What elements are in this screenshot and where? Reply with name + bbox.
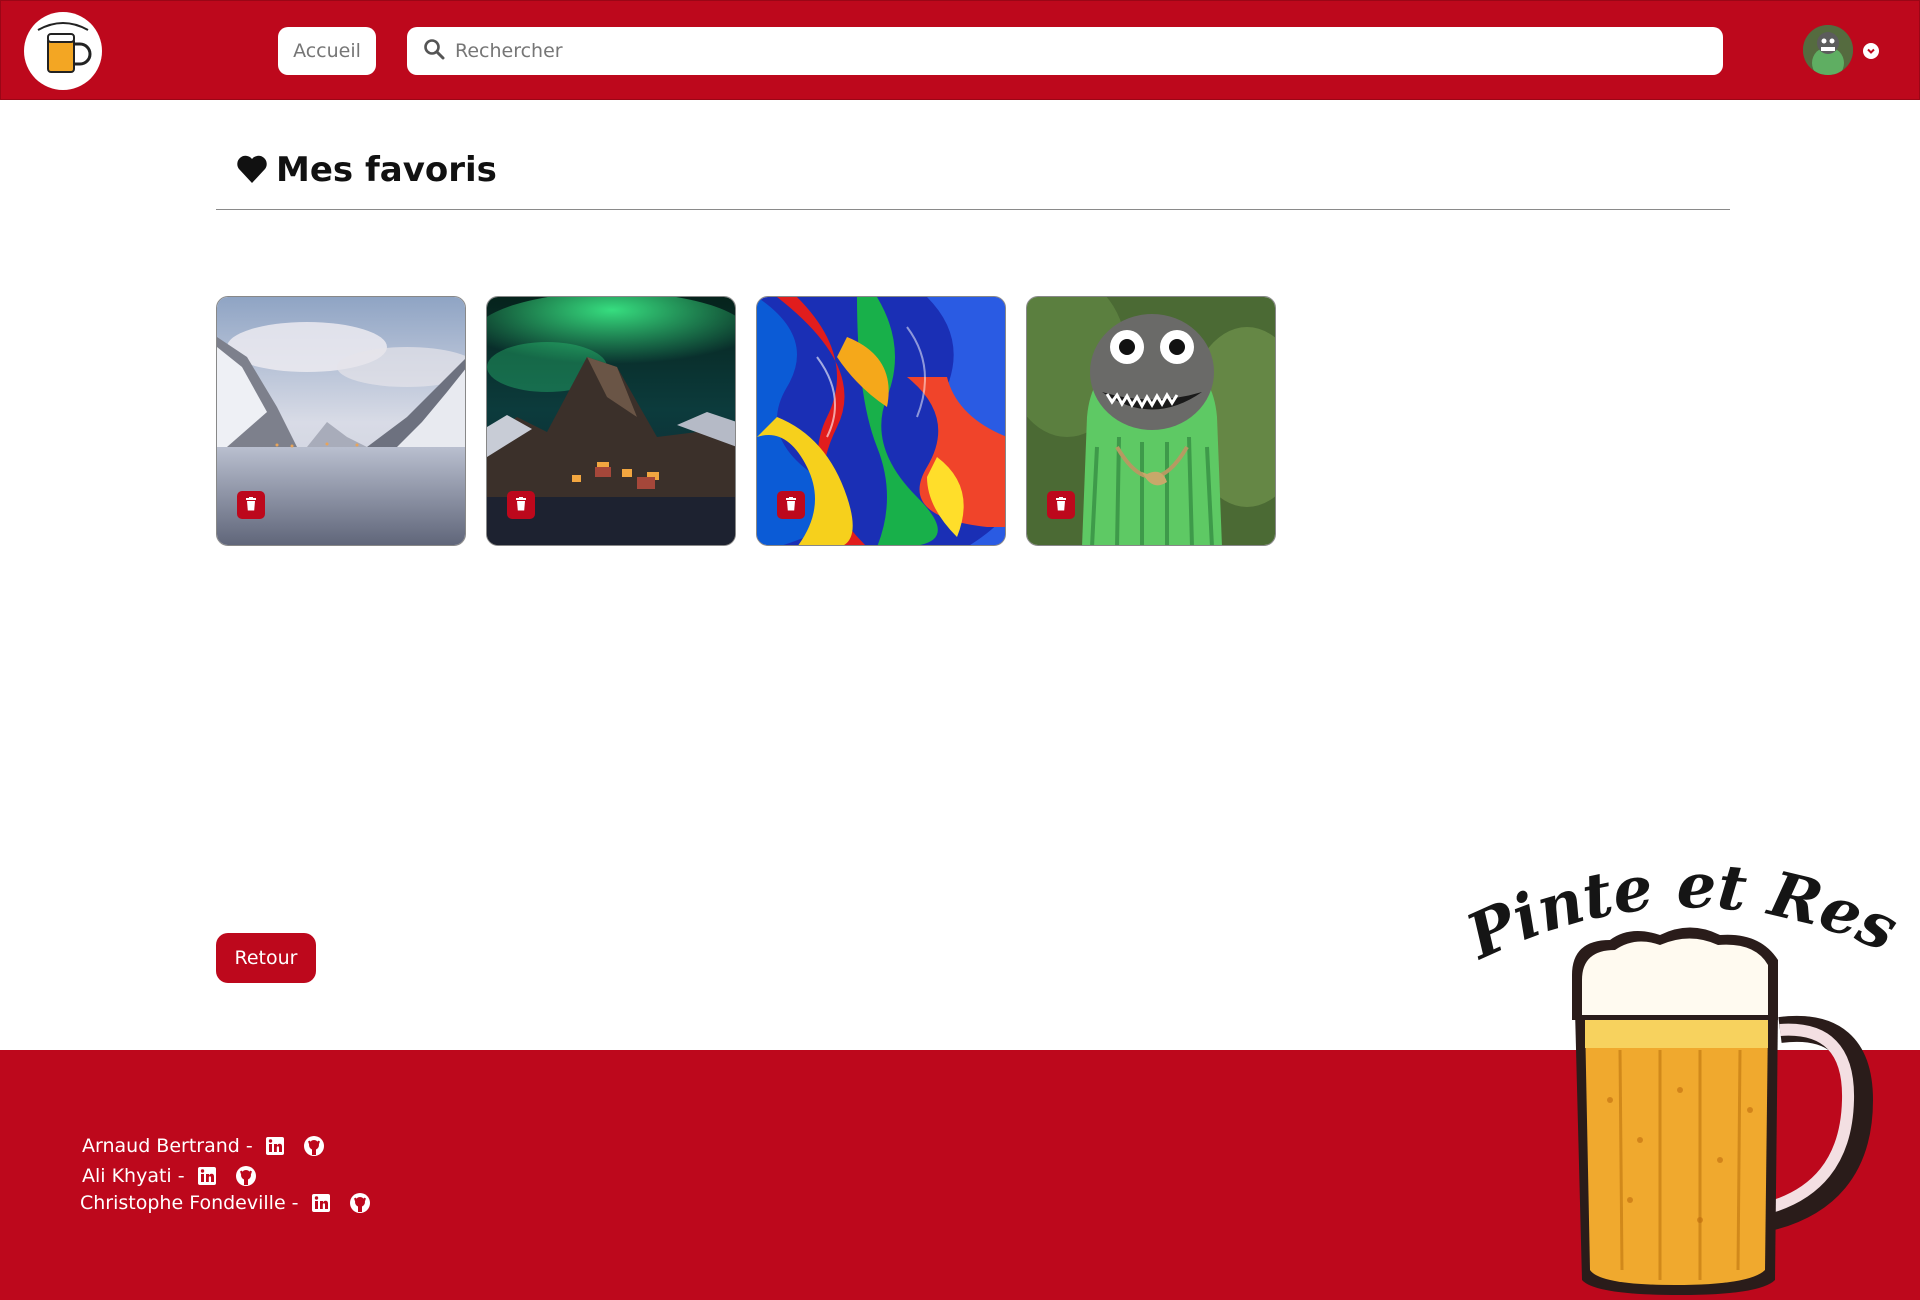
search-icon — [423, 38, 445, 64]
user-avatar[interactable] — [1803, 25, 1853, 75]
credit-line: Arnaud Bertrand - — [82, 1135, 325, 1157]
brand-mascot: Pinte et Reste — [1460, 840, 1900, 1295]
credit-name: Ali Khyati - — [82, 1165, 185, 1187]
linkedin-icon[interactable] — [311, 1193, 331, 1213]
favorite-card[interactable] — [486, 296, 736, 546]
search-input[interactable] — [455, 40, 1695, 62]
favorite-card[interactable] — [756, 296, 1006, 546]
remove-favorite-button[interactable] — [777, 491, 805, 519]
trash-icon — [515, 496, 527, 515]
remove-favorite-button[interactable] — [507, 491, 535, 519]
remove-favorite-button[interactable] — [1047, 491, 1075, 519]
app-logo[interactable] — [24, 12, 102, 90]
credit-name: Arnaud Bertrand - — [82, 1135, 253, 1157]
credit-name: Christophe Fondeville - — [80, 1192, 299, 1214]
github-icon[interactable] — [303, 1135, 325, 1157]
heart-icon — [236, 154, 268, 188]
home-button[interactable]: Accueil — [278, 27, 376, 75]
top-navbar: Accueil — [0, 0, 1920, 100]
trash-icon — [1055, 496, 1067, 515]
remove-favorite-button[interactable] — [237, 491, 265, 519]
favorite-card[interactable] — [1026, 296, 1276, 546]
back-button[interactable]: Retour — [216, 933, 316, 983]
credit-line: Ali Khyati - — [82, 1165, 257, 1187]
page-header: Mes favoris — [216, 140, 1730, 210]
chevron-down-icon[interactable] — [1863, 43, 1879, 59]
trash-icon — [245, 496, 257, 515]
credit-line: Christophe Fondeville - — [80, 1192, 371, 1214]
search-bar[interactable] — [407, 27, 1723, 75]
favorite-card[interactable] — [216, 296, 466, 546]
trash-icon — [785, 496, 797, 515]
github-icon[interactable] — [235, 1165, 257, 1187]
github-icon[interactable] — [349, 1192, 371, 1214]
page-title: Mes favoris — [276, 150, 497, 190]
linkedin-icon[interactable] — [197, 1166, 217, 1186]
linkedin-icon[interactable] — [265, 1136, 285, 1156]
